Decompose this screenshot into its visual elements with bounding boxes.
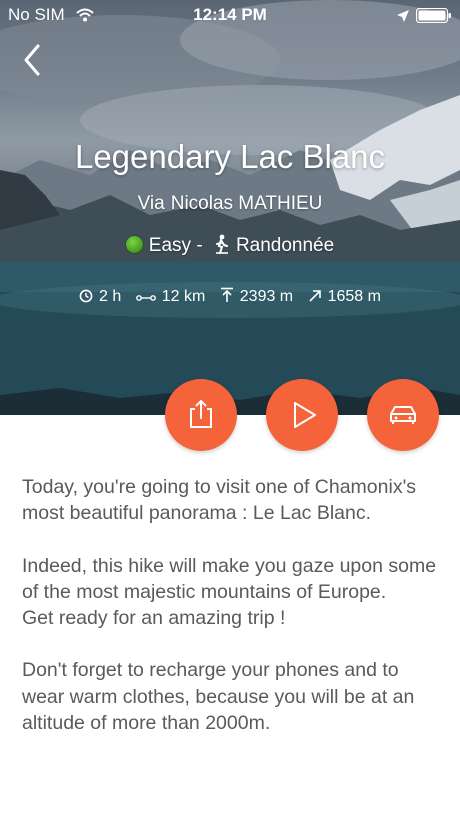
author-line: Via Nicolas MATHIEU (0, 193, 460, 215)
chevron-left-icon (24, 44, 40, 76)
elevation-gain-value: 1658 m (327, 288, 381, 305)
via-label: Via (137, 193, 165, 214)
play-button[interactable] (266, 379, 338, 451)
max-altitude-stat: 2393 m (220, 287, 293, 306)
hike-title: Legendary Lac Blanc (74, 138, 386, 175)
hiker-icon (214, 234, 230, 260)
status-bar: No SIM 12:14 PM (0, 0, 460, 30)
hike-description: Today, you're going to visit one of Cham… (22, 474, 442, 762)
clock-icon (79, 289, 93, 303)
max-altitude-value: 2393 m (239, 288, 294, 305)
description-paragraph: Indeed, this hike will make you gaze upo… (22, 554, 437, 630)
car-button[interactable] (367, 379, 439, 451)
distance-stat: 12 km (135, 288, 206, 306)
author-name: Nicolas MATHIEU (170, 193, 323, 214)
clock-time: 12:14 PM (193, 5, 267, 24)
duration-stat: 2 h (79, 288, 121, 306)
elevation-gain-icon (309, 290, 321, 302)
car-icon (390, 406, 416, 424)
back-button[interactable] (16, 40, 52, 80)
max-altitude-icon (220, 287, 233, 302)
distance-value: 12 km (161, 288, 206, 305)
difficulty-label: Easy - (148, 235, 203, 256)
description-paragraph: Today, you're going to visit one of Cham… (22, 476, 417, 525)
activity-label: Randonnée (235, 235, 335, 256)
elevation-gain-stat: 1658 m (308, 288, 381, 306)
battery-icon (415, 7, 452, 28)
share-icon (190, 399, 212, 428)
distance-icon (135, 295, 156, 301)
share-button[interactable] (165, 379, 237, 451)
location-arrow-icon (396, 8, 410, 28)
description-paragraph: Don't forget to recharge your phones and… (22, 659, 415, 735)
difficulty-dot-icon (125, 236, 143, 253)
play-icon (294, 402, 316, 428)
stats-row: 2 h 12 km 2393 m 1658 m (0, 287, 460, 306)
duration-value: 2 h (99, 288, 122, 305)
difficulty-activity-line: Easy - Randonnée (0, 234, 460, 260)
